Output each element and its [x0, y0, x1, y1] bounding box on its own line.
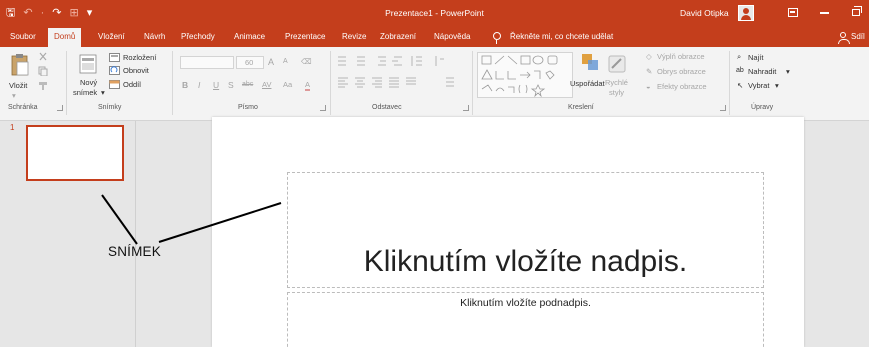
lightbulb-icon[interactable]	[493, 32, 501, 44]
tab-prezentace[interactable]: Prezentace	[279, 28, 331, 47]
paste-button-label[interactable]: Vložit	[9, 81, 27, 90]
paste-dropdown-icon[interactable]: ▾	[12, 91, 16, 100]
user-name[interactable]: David Otipka	[680, 8, 729, 18]
shape-effects-button[interactable]: Efekty obrazce	[657, 82, 707, 91]
tab-vlozeni[interactable]: Vložení	[92, 28, 131, 47]
quick-styles-icon[interactable]	[608, 55, 626, 73]
shape-fill-button[interactable]: Výplň obrazce	[657, 52, 705, 61]
tab-zobrazeni[interactable]: Zobrazení	[374, 28, 422, 47]
new-slide-dropdown-icon[interactable]: ▾	[101, 88, 105, 97]
replace-icon[interactable]: ab	[736, 67, 744, 74]
ribbon: Vložit ▾ Schránka Nový snímek ▾ Rozložen…	[0, 47, 869, 121]
clear-formatting-icon[interactable]: ⌫	[301, 57, 312, 66]
new-slide-label-2[interactable]: snímek	[73, 88, 97, 97]
layout-button[interactable]: Rozložení	[123, 53, 156, 62]
find-icon[interactable]: ⌕	[737, 52, 741, 62]
shapes-gallery[interactable]	[477, 52, 573, 98]
find-button[interactable]: Najít	[748, 53, 763, 62]
font-size-value: 60	[245, 58, 254, 67]
format-painter-icon[interactable]	[38, 81, 48, 91]
replace-button[interactable]: Nahradit	[748, 67, 776, 76]
slide-thumbnail[interactable]	[26, 125, 124, 181]
shape-outline-button[interactable]: Obrys obrazce	[657, 67, 706, 76]
group-divider	[66, 51, 67, 115]
group-divider	[729, 51, 730, 115]
tab-domu[interactable]: Domů	[48, 28, 82, 47]
underline-button[interactable]: U	[213, 80, 219, 90]
ribbon-tabs: Soubor Domů Vložení Návrh Přechody Anima…	[0, 28, 869, 47]
share-button[interactable]: Sdíl	[851, 28, 865, 46]
layout-icon[interactable]	[109, 53, 120, 62]
font-group-label: Písmo	[238, 104, 258, 111]
paragraph-list-tools[interactable]	[336, 54, 464, 68]
slide-number: 1	[10, 123, 15, 132]
quick-styles-label-2[interactable]: styly	[609, 88, 624, 97]
shape-fill-icon[interactable]: ◇	[646, 52, 652, 61]
group-divider	[172, 51, 173, 115]
italic-button[interactable]: I	[198, 80, 200, 90]
bold-button[interactable]: B	[182, 80, 188, 90]
character-spacing-button[interactable]: AV	[262, 80, 271, 89]
arrange-icon[interactable]	[580, 52, 602, 74]
clipboard-group-label: Schránka	[8, 104, 38, 111]
tab-soubor[interactable]: Soubor	[4, 28, 42, 47]
tab-napoveda[interactable]: Nápověda	[428, 28, 476, 47]
arrange-button[interactable]: Uspořádat	[570, 79, 605, 88]
user-avatar-icon[interactable]	[738, 5, 754, 21]
grow-font-button[interactable]: A	[268, 57, 274, 67]
cut-icon[interactable]	[38, 52, 48, 62]
select-button[interactable]: Vybrat	[748, 81, 769, 90]
minimize-icon[interactable]	[820, 12, 829, 14]
subtitle-placeholder-text[interactable]: Kliknutím vložíte podnadpis.	[287, 297, 764, 309]
reset-button[interactable]: Obnovit	[123, 66, 149, 75]
shape-outline-icon[interactable]: ✎	[646, 67, 652, 76]
font-family-combobox[interactable]	[180, 56, 234, 69]
paste-icon[interactable]	[10, 53, 30, 77]
quick-styles-label-1[interactable]: Rychlé	[605, 78, 628, 87]
title-bar: 🖫 ↶ · ↷ ⊞ ▾ Prezentace1 - PowerPoint Dav…	[0, 0, 869, 28]
clipboard-launcher-icon[interactable]	[57, 105, 63, 111]
shadow-button[interactable]: S	[228, 80, 234, 90]
title-placeholder-text[interactable]: Kliknutím vložíte nadpis.	[287, 245, 764, 279]
paragraph-group-label: Odstavec	[372, 104, 402, 111]
paragraph-launcher-icon[interactable]	[463, 105, 469, 111]
drawing-launcher-icon[interactable]	[720, 105, 726, 111]
select-icon[interactable]: ↖	[737, 81, 743, 90]
change-case-button[interactable]: Aa	[283, 80, 292, 89]
shrink-font-button[interactable]: A	[283, 58, 288, 65]
slides-group-label: Snímky	[98, 104, 122, 111]
replace-dropdown-icon[interactable]: ▾	[786, 67, 790, 76]
group-divider	[472, 51, 473, 115]
section-icon[interactable]	[109, 80, 120, 89]
section-button[interactable]: Oddíl	[123, 80, 141, 89]
select-dropdown-icon[interactable]: ▾	[775, 81, 779, 90]
reset-icon[interactable]	[109, 66, 120, 75]
share-icon[interactable]	[838, 32, 850, 44]
group-divider	[330, 51, 331, 115]
tab-navrh[interactable]: Návrh	[138, 28, 171, 47]
editing-group-label: Úpravy	[751, 104, 774, 111]
tab-revize[interactable]: Revize	[336, 28, 372, 47]
tab-prechody[interactable]: Přechody	[175, 28, 221, 47]
shape-effects-icon[interactable]: ◒	[646, 82, 651, 91]
tell-me-search[interactable]: Řekněte mi, co chcete udělat	[510, 28, 613, 46]
ribbon-display-options-icon[interactable]	[788, 8, 798, 17]
font-launcher-icon[interactable]	[320, 105, 326, 111]
annotation-label: SNÍMEK	[108, 244, 161, 259]
font-color-button[interactable]: A	[305, 80, 311, 91]
new-slide-label-1[interactable]: Nový	[80, 78, 97, 87]
tab-animace[interactable]: Animace	[228, 28, 271, 47]
restore-icon[interactable]	[852, 6, 862, 16]
drawing-group-label: Kreslení	[568, 104, 594, 111]
paragraph-align-tools[interactable]	[336, 75, 464, 89]
copy-icon[interactable]	[38, 66, 48, 77]
new-slide-icon[interactable]	[79, 53, 97, 75]
strikethrough-button[interactable]: abc	[242, 81, 253, 88]
